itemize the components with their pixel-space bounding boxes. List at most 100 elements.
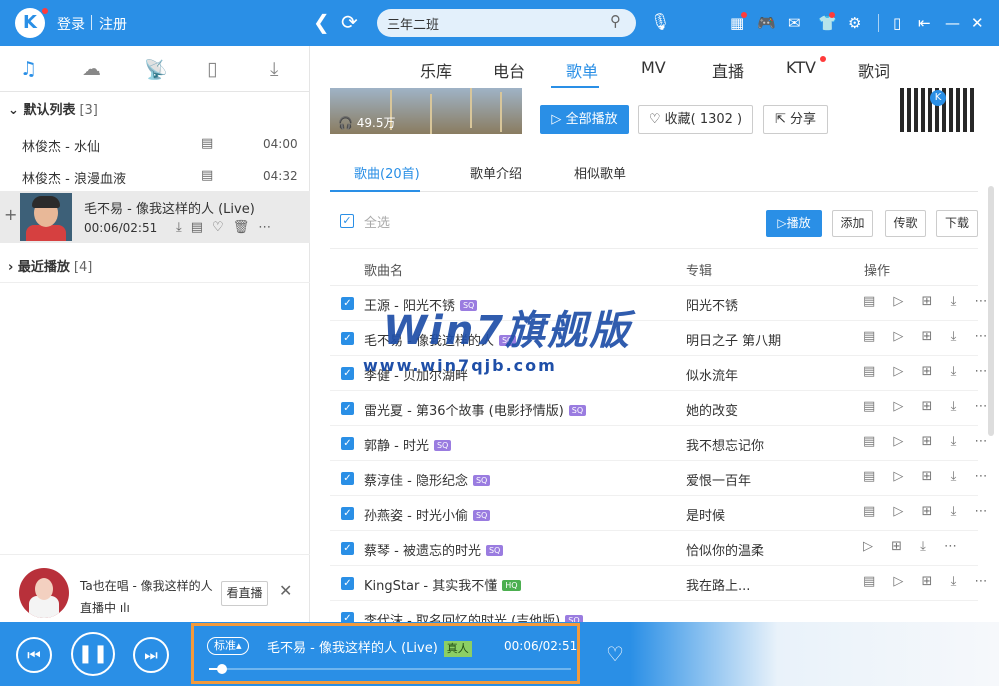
row-checkbox[interactable]: ✓	[341, 612, 354, 622]
mv-icon[interactable]: ▤	[201, 136, 213, 151]
favorite-button[interactable]: ♡ 收藏( 1302 )	[638, 105, 753, 134]
search-icon[interactable]: ⚲	[610, 12, 621, 30]
row-checkbox[interactable]: ✓	[341, 577, 354, 590]
heart-icon[interactable]: ♡	[212, 220, 233, 235]
quality-selector[interactable]: 标准▴	[207, 637, 249, 655]
mini-mode-icon[interactable]: ⇤	[918, 14, 931, 32]
tab-lyrics[interactable]: 歌词	[858, 58, 890, 82]
avatar[interactable]	[19, 568, 69, 618]
album-name[interactable]: 阳光不锈	[686, 295, 738, 314]
scrollbar[interactable]	[988, 186, 994, 436]
tab-similar[interactable]: 相似歌单	[574, 163, 626, 182]
row-actions[interactable]: ▤ ▷ ⊞ ⤓ ⋯	[863, 329, 994, 344]
row-checkbox[interactable]: ✓	[341, 332, 354, 345]
tab-intro[interactable]: 歌单介绍	[470, 163, 522, 182]
row-checkbox[interactable]: ✓	[341, 297, 354, 310]
album-name[interactable]: 我不想忘记你	[686, 435, 764, 454]
table-row[interactable]: ✓ 李代沫 - 取名回忆的时光 (吉他版) SQ	[330, 601, 978, 622]
progress-handle[interactable]	[216, 664, 227, 674]
radio-icon[interactable]: 📡	[144, 58, 168, 81]
album-name[interactable]: 爱恨一百年	[686, 470, 751, 489]
back-arrow-icon[interactable]: ❮	[313, 10, 330, 34]
cloud-icon[interactable]: ☁	[82, 58, 101, 80]
tab-ktv[interactable]: KTV	[786, 58, 816, 77]
next-icon[interactable]: ⏭	[133, 637, 169, 673]
select-all-checkbox[interactable]: ✓	[340, 214, 354, 228]
album-name[interactable]: 是时候	[686, 505, 725, 524]
previous-icon[interactable]: ⏮	[16, 637, 52, 673]
list-item[interactable]: 林俊杰 - 水仙	[22, 136, 100, 155]
row-actions[interactable]: ▤ ▷ ⊞ ⤓ ⋯	[863, 469, 994, 484]
progress-bar[interactable]	[209, 664, 571, 674]
song-name[interactable]: 雷光夏 - 第36个故事 (电影抒情版) SQ	[364, 400, 587, 419]
play-button[interactable]: ▷播放	[766, 210, 822, 237]
row-actions[interactable]: ▤ ▷ ⊞ ⤓ ⋯	[863, 504, 994, 519]
watch-live-button[interactable]: 看直播	[221, 581, 268, 606]
gear-icon[interactable]: ⚙	[848, 14, 861, 32]
download-icon[interactable]: ⤓	[176, 220, 191, 235]
phone-icon[interactable]: ▯	[893, 14, 901, 32]
tab-live[interactable]: 直播	[712, 58, 744, 82]
mail-icon[interactable]: ✉	[788, 14, 801, 32]
table-row[interactable]: ✓ 蔡淳佳 - 隐形纪念 SQ 爱恨一百年 ▤ ▷ ⊞ ⤓ ⋯	[330, 461, 987, 496]
table-row[interactable]: ✓ KingStar - 其实我不懂 HQ 我在路上... ▤ ▷ ⊞ ⤓ ⋯	[330, 566, 987, 601]
share-button[interactable]: ⇱ 分享	[763, 105, 828, 134]
download-button[interactable]: 下载	[936, 210, 978, 237]
playlist-cover[interactable]: 🎧 49.5万	[330, 88, 522, 134]
more-icon[interactable]: ⋯	[258, 220, 280, 235]
heart-icon[interactable]: ♡	[606, 642, 624, 666]
mic-icon[interactable]: 🎙	[650, 12, 670, 31]
row-checkbox[interactable]: ✓	[341, 542, 354, 555]
tab-songs[interactable]: 歌曲(20首)	[354, 163, 420, 182]
album-name[interactable]: 似水流年	[686, 365, 738, 384]
album-name[interactable]: 明日之子 第八期	[686, 330, 781, 349]
mv-icon[interactable]: ▤	[191, 220, 212, 235]
add-button[interactable]: 添加	[832, 210, 873, 237]
music-note-icon[interactable]: ♫	[20, 58, 37, 80]
song-name[interactable]: KingStar - 其实我不懂 HQ	[364, 575, 521, 594]
song-name[interactable]: 蔡琴 - 被遗忘的时光 SQ	[364, 540, 504, 559]
song-name[interactable]: 孙燕姿 - 时光小偷 SQ	[364, 505, 491, 524]
tab-playlists[interactable]: 歌单	[566, 58, 598, 82]
close-icon[interactable]: ✕	[279, 581, 292, 600]
row-checkbox[interactable]: ✓	[341, 402, 354, 415]
mv-icon[interactable]: ▤	[201, 168, 213, 183]
row-checkbox[interactable]: ✓	[341, 367, 354, 380]
row-actions[interactable]: ▤ ▷ ⊞ ⤓ ⋯	[863, 294, 994, 309]
download-icon[interactable]: ⤓	[270, 58, 278, 80]
minimize-icon[interactable]: —	[945, 14, 960, 32]
device-icon[interactable]: ▯	[207, 58, 217, 80]
search-input[interactable]	[377, 9, 636, 37]
album-name[interactable]: 我在路上...	[686, 575, 750, 594]
gamepad-icon[interactable]: 🎮	[757, 14, 776, 32]
login-link[interactable]: 登录	[57, 14, 85, 34]
row-checkbox[interactable]: ✓	[341, 507, 354, 520]
row-checkbox[interactable]: ✓	[341, 472, 354, 485]
recent-group[interactable]: › 最近播放 [4]	[8, 256, 92, 275]
trash-icon[interactable]: 🗑	[233, 220, 259, 235]
pause-icon[interactable]: ❚❚	[71, 632, 115, 676]
upload-button[interactable]: 传歌	[885, 210, 926, 237]
register-link[interactable]: 注册	[99, 14, 127, 34]
tab-library[interactable]: 乐库	[420, 58, 452, 82]
table-row[interactable]: ✓ 郭静 - 时光 SQ 我不想忘记你 ▤ ▷ ⊞ ⤓ ⋯	[330, 426, 987, 461]
plus-icon[interactable]: +	[4, 205, 17, 224]
row-actions[interactable]: ▷ ⊞ ⤓ ⋯	[863, 539, 964, 554]
select-all-label[interactable]: 全选	[364, 212, 390, 231]
song-name[interactable]: 蔡淳佳 - 隐形纪念 SQ	[364, 470, 491, 489]
close-icon[interactable]: ✕	[971, 14, 984, 32]
song-name[interactable]: 李代沫 - 取名回忆的时光 (吉他版) SQ	[364, 610, 583, 622]
list-item[interactable]: 林俊杰 - 浪漫血液	[22, 168, 126, 187]
table-row[interactable]: ✓ 雷光夏 - 第36个故事 (电影抒情版) SQ 她的改变 ▤ ▷ ⊞ ⤓ ⋯	[330, 391, 987, 426]
table-row[interactable]: ✓ 蔡琴 - 被遗忘的时光 SQ 恰似你的温柔 ▷ ⊞ ⤓ ⋯	[330, 531, 978, 566]
row-actions[interactable]: ▤ ▷ ⊞ ⤓ ⋯	[863, 364, 994, 379]
row-actions[interactable]: ▤ ▷ ⊞ ⤓ ⋯	[863, 399, 994, 414]
current-song-row[interactable]: + 毛不易 - 像我这样的人 (Live) 00:06/02:51 ⤓▤♡🗑⋯	[0, 191, 310, 243]
row-actions[interactable]: ▤ ▷ ⊞ ⤓ ⋯	[863, 434, 994, 449]
song-name[interactable]: 郭静 - 时光 SQ	[364, 435, 452, 454]
tab-radio[interactable]: 电台	[493, 58, 525, 82]
album-name[interactable]: 她的改变	[686, 400, 738, 419]
play-all-button[interactable]: ▷ 全部播放	[540, 105, 629, 134]
row-checkbox[interactable]: ✓	[341, 437, 354, 450]
album-name[interactable]: 恰似你的温柔	[686, 540, 764, 559]
